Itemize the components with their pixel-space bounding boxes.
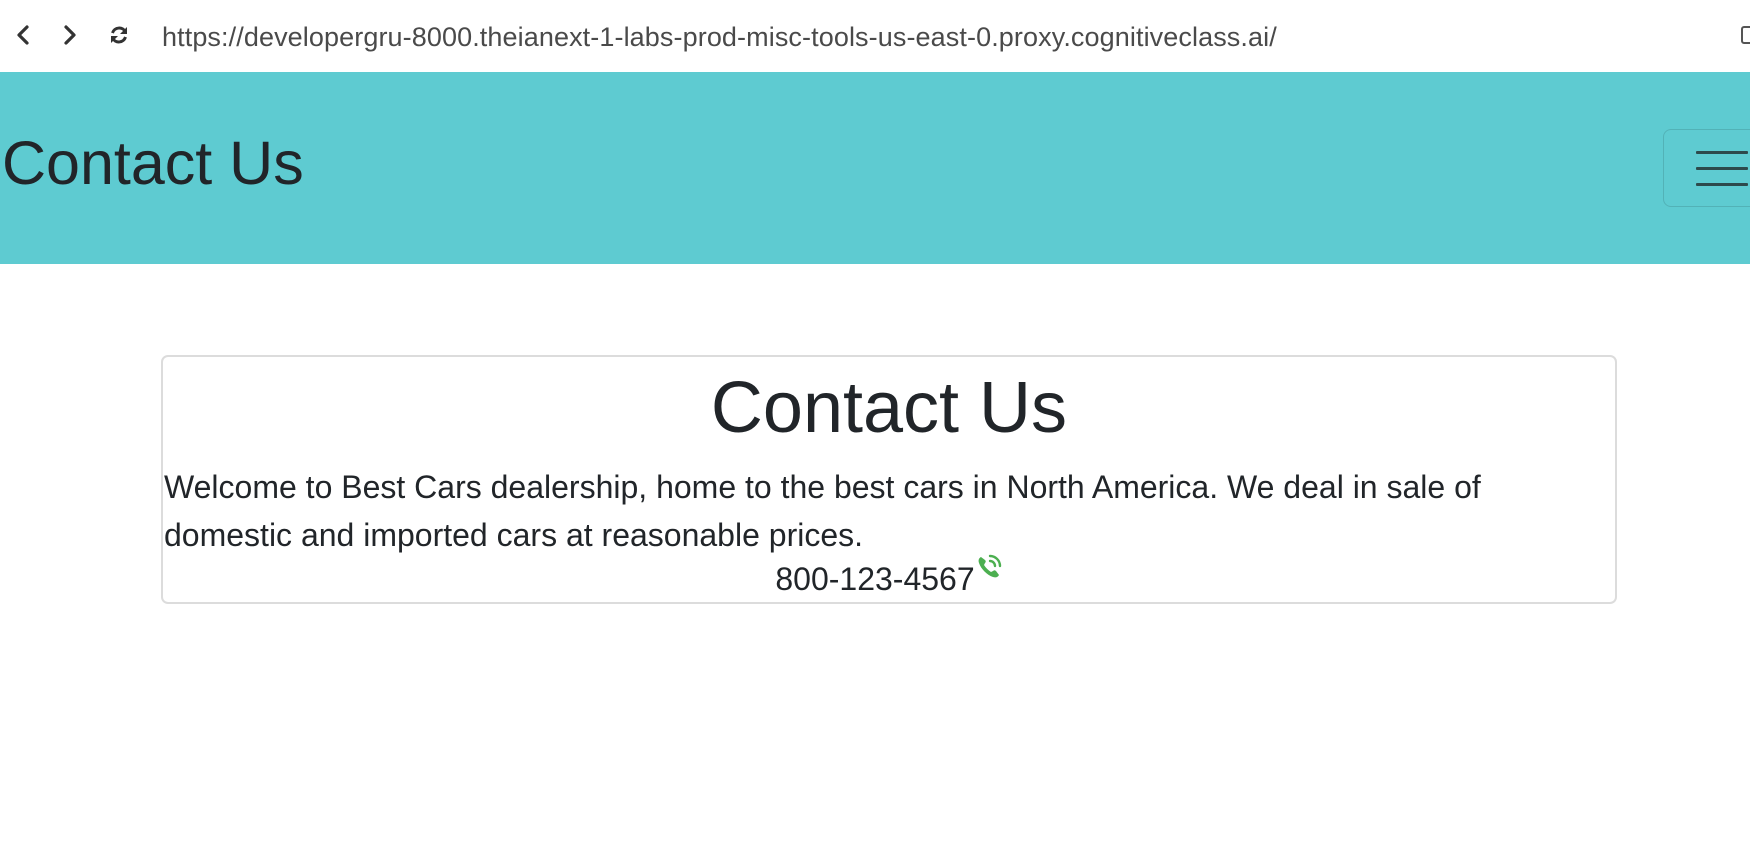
page-header: Contact Us xyxy=(0,72,1750,264)
phone-number: 800-123-4567 xyxy=(775,561,975,597)
phone-icon xyxy=(978,554,1001,578)
reload-button[interactable] xyxy=(104,20,134,50)
browser-toolbar: https://developergru-8000.theianext-1-la… xyxy=(0,0,1750,72)
header-title: Contact Us xyxy=(2,129,304,197)
card-title: Contact Us xyxy=(710,368,1068,448)
tab-icon[interactable] xyxy=(1741,26,1750,44)
contact-card: Contact Us Welcome to Best Cars dealersh… xyxy=(161,355,1617,604)
address-bar-url[interactable]: https://developergru-8000.theianext-1-la… xyxy=(162,20,1277,54)
menu-toggle-button[interactable] xyxy=(1663,129,1750,207)
chevron-right-icon xyxy=(64,25,76,45)
chevron-left-icon xyxy=(17,25,29,45)
phone-row: 800-123-4567 xyxy=(163,554,1615,601)
forward-button[interactable] xyxy=(55,20,85,50)
card-description: Welcome to Best Cars dealership, home to… xyxy=(164,469,1481,553)
back-button[interactable] xyxy=(8,20,38,50)
reload-icon xyxy=(111,26,127,44)
